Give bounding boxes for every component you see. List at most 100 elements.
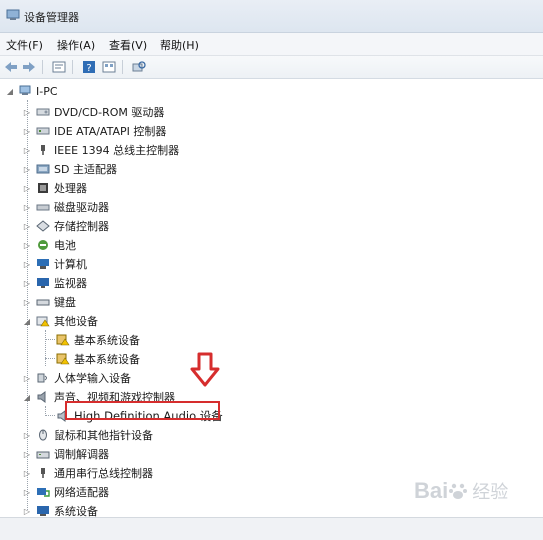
expand-triangle-icon[interactable]: ▷ [23,297,31,307]
expand-triangle-icon[interactable]: ▷ [23,164,31,174]
speaker-icon [37,391,46,403]
toolbar-separator [72,60,73,74]
expand-triangle-icon[interactable]: ▷ [23,259,31,269]
forward-arrow-icon[interactable] [20,59,38,75]
tree-item-keyboard[interactable]: 键盘 [36,293,76,311]
monitor-icon [37,278,49,288]
collapse-triangle-icon[interactable]: ◢ [6,86,14,96]
collapse-triangle-icon[interactable]: ◢ [23,392,31,402]
tree-item-mouse[interactable]: 鼠标和其他指针设备 [36,426,153,444]
tree-item-other-devices[interactable]: 其他设备 [36,312,98,330]
tree-root-label: I-PC [36,84,58,98]
expand-triangle-icon[interactable]: ▷ [23,202,31,212]
tree-item-usb[interactable]: 通用串行总线控制器 [36,464,153,482]
expand-triangle-icon[interactable]: ▷ [23,221,31,231]
keyboard-icon [36,299,50,306]
expand-triangle-icon[interactable]: ▷ [23,145,31,155]
expand-triangle-icon[interactable]: ▷ [23,487,31,497]
watermark-brand: Bai [414,478,449,503]
tree-item-label: 其他设备 [54,315,98,328]
tree-item-label: 计算机 [54,258,87,271]
modem-icon [36,451,50,459]
tree-item-label: 基本系统设备 [74,334,140,347]
tree-item-modem[interactable]: 调制解调器 [36,445,109,463]
back-arrow-icon[interactable] [2,59,20,75]
tree-item-label: IEEE 1394 总线主控制器 [54,144,180,157]
warning-device-icon [56,334,70,346]
expand-triangle-icon[interactable]: ▷ [23,183,31,193]
tree-item-label: 人体学输入设备 [54,372,131,385]
tree-item-label: 通用串行总线控制器 [54,467,153,480]
ide-controller-icon [36,127,50,135]
expand-triangle-icon[interactable]: ▷ [23,126,31,136]
tree-item-ieee1394[interactable]: IEEE 1394 总线主控制器 [36,141,179,159]
menu-view[interactable]: 查看(V) [109,37,147,53]
tree-item-label: DVD/CD-ROM 驱动器 [54,106,165,119]
tree-item-label: 键盘 [54,296,76,309]
tree-item-hid[interactable]: 人体学输入设备 [36,369,131,387]
expand-triangle-icon[interactable]: ▷ [23,107,31,117]
menu-bar: 文件(F) 操作(A) 查看(V) 帮助(H) [0,33,543,56]
tree-item-monitor[interactable]: 监视器 [36,274,87,292]
device-manager-icon [6,9,20,20]
processor-icon [38,183,48,193]
expand-triangle-icon[interactable]: ▷ [23,373,31,383]
expand-triangle-icon[interactable]: ▷ [23,240,31,250]
disk-drive-icon [36,204,50,211]
battery-icon [38,240,48,250]
device-tree: ◢ I-PC ▷ DVD/CD-ROM 驱动器 ▷ IDE ATA/ATAPI … [0,80,543,518]
tree-root[interactable]: I-PC [18,82,58,100]
computer-icon [19,85,31,95]
tree-item-network[interactable]: 网络适配器 [36,483,109,501]
network-adapter-icon [37,488,50,497]
usb-icon [41,468,45,478]
tree-item-ide[interactable]: IDE ATA/ATAPI 控制器 [36,122,166,140]
tree-guide-line [45,330,46,366]
tree-item-label: 基本系统设备 [74,353,140,366]
hid-icon [37,373,47,383]
title-bar: 设备管理器 [0,0,543,33]
menu-action[interactable]: 操作(A) [57,37,95,53]
expand-triangle-icon[interactable]: ▷ [23,430,31,440]
tree-item-battery[interactable]: 电池 [36,236,76,254]
scan-hardware-icon[interactable] [130,59,148,75]
status-bar [0,517,543,540]
expand-triangle-icon[interactable]: ▷ [23,449,31,459]
storage-controller-icon [36,220,50,232]
tree-guide-line [45,358,55,359]
warning-device-icon [56,353,70,365]
tree-item-label: 调制解调器 [54,448,109,461]
tree-item-storage[interactable]: 存储控制器 [36,217,109,235]
tree-item-sd[interactable]: SD 主适配器 [36,160,117,178]
svg-text:?: ? [86,63,91,74]
tree-item-basic-system-device[interactable]: 基本系统设备 [56,350,140,368]
system-device-icon [37,506,49,516]
menu-help[interactable]: 帮助(H) [160,37,199,53]
ieee1394-icon [41,145,45,155]
view-grid-icon[interactable] [100,59,118,75]
menu-file[interactable]: 文件(F) [6,37,43,53]
tree-guide-line [45,339,55,340]
expand-triangle-icon[interactable]: ▷ [23,506,31,516]
toolbar: ? [0,56,543,79]
down-arrow-annotation-icon [190,352,220,387]
toolbar-separator [122,60,123,74]
tree-item-label: 网络适配器 [54,486,109,499]
expand-triangle-icon[interactable]: ▷ [23,468,31,478]
tree-item-dvd[interactable]: DVD/CD-ROM 驱动器 [36,103,164,121]
tree-guide-line [45,415,55,416]
toolbar-separator [42,60,43,74]
tree-item-processor[interactable]: 处理器 [36,179,87,197]
watermark-suffix: 经验 [472,482,509,502]
help-icon[interactable]: ? [80,59,98,75]
tree-item-computer[interactable]: 计算机 [36,255,87,273]
collapse-triangle-icon[interactable]: ◢ [23,316,31,326]
properties-icon[interactable] [50,59,68,75]
expand-triangle-icon[interactable]: ▷ [23,278,31,288]
tree-item-basic-system-device[interactable]: 基本系统设备 [56,331,140,349]
computer-icon [37,259,49,269]
dvd-drive-icon [36,108,50,116]
sd-adapter-icon [36,164,50,174]
other-devices-icon [36,316,50,327]
tree-item-disk[interactable]: 磁盘驱动器 [36,198,109,216]
